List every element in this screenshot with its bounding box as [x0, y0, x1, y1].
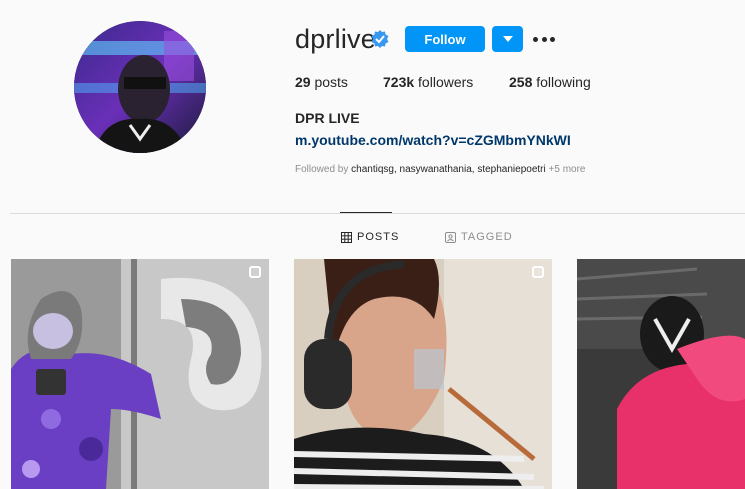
profile-full-name: DPR LIVE: [295, 110, 360, 126]
followed-by-more: +5 more: [548, 164, 586, 175]
following-label: following: [536, 74, 591, 90]
followers-count: 723k: [383, 74, 415, 90]
tab-posts-label: POSTS: [357, 231, 400, 243]
carousel-icon: [249, 266, 261, 278]
followers-link[interactable]: 723k followers: [383, 74, 473, 90]
post-thumbnail[interactable]: [294, 259, 552, 489]
post-image: [11, 259, 269, 489]
followed-by-names: chantiqsg, nasywanathania, stephaniepoet…: [351, 164, 546, 175]
suggested-accounts-button[interactable]: [492, 26, 523, 52]
dot-icon: [541, 36, 547, 42]
grid-icon: [341, 231, 352, 243]
dot-icon: [550, 36, 555, 42]
followed-by-prefix: Followed by: [295, 164, 349, 175]
verified-badge-icon: [371, 30, 389, 48]
post-image: [577, 259, 745, 489]
followers-label: followers: [418, 74, 474, 90]
tab-tagged-label: TAGGED: [461, 231, 513, 243]
tab-tagged[interactable]: TAGGED: [445, 231, 513, 243]
profile-website-link[interactable]: m.youtube.com/watch?v=cZGMbmYNkWI: [295, 132, 571, 148]
profile-username: dprlive: [295, 24, 376, 54]
tagged-user-icon: [445, 231, 456, 243]
avatar-image: [74, 21, 206, 153]
follow-button[interactable]: Follow: [405, 26, 485, 52]
posts-label: posts: [314, 74, 348, 90]
posts-count-stat: 29 posts: [295, 74, 348, 90]
following-link[interactable]: 258 following: [509, 74, 591, 90]
tabs-divider: [10, 213, 745, 214]
followed-by-text[interactable]: Followed by chantiqsg, nasywanathania, s…: [295, 164, 585, 175]
tab-posts[interactable]: POSTS: [341, 231, 399, 243]
posts-count: 29: [295, 74, 311, 90]
post-thumbnail[interactable]: [577, 259, 745, 489]
profile-avatar[interactable]: [74, 21, 206, 153]
more-options-button[interactable]: [533, 30, 555, 48]
post-image: [294, 259, 552, 489]
dot-icon: [533, 36, 538, 42]
carousel-icon: [532, 266, 544, 278]
caret-down-icon: [502, 36, 513, 42]
following-count: 258: [509, 74, 533, 90]
post-thumbnail[interactable]: [11, 259, 269, 489]
active-tab-indicator: [340, 212, 392, 213]
